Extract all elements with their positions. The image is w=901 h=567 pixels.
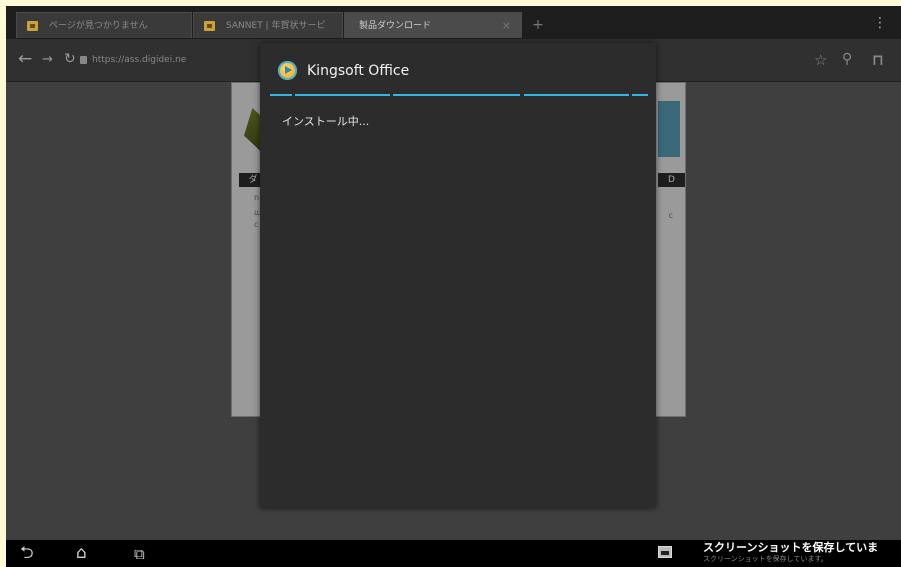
page-text-fragment: n bbox=[254, 193, 260, 202]
tab-label: SANNET | 年賀状サービ bbox=[226, 21, 326, 31]
tab-page-not-found[interactable]: ページが見つかりません bbox=[16, 12, 192, 38]
tablet-screen: ページが見つかりません SANNET | 年賀状サービ 製品ダウンロード × +… bbox=[6, 6, 901, 567]
install-status-text: インストール中... bbox=[282, 115, 370, 128]
progress-segment bbox=[295, 94, 390, 96]
kingsoft-office-app-icon bbox=[278, 61, 297, 80]
tab-product-download[interactable]: 製品ダウンロード × bbox=[344, 12, 522, 38]
progress-segment bbox=[524, 94, 629, 96]
notification-subtitle: スクリーンショットを保存しています。 bbox=[703, 555, 828, 563]
tab-label: ページが見つかりません bbox=[49, 21, 148, 31]
tab-label: 製品ダウンロード bbox=[359, 21, 432, 31]
notification-title[interactable]: スクリーンショットを保存していま bbox=[703, 541, 878, 555]
android-home-icon[interactable]: ⌂ bbox=[76, 542, 87, 564]
star-icon[interactable]: ☆ bbox=[814, 51, 827, 69]
android-recent-apps-icon[interactable]: ⧉ bbox=[134, 543, 145, 565]
overflow-menu-icon[interactable]: ⋮ bbox=[873, 16, 887, 30]
bookmark-icon[interactable]: ⊓ bbox=[872, 51, 884, 69]
progress-segment bbox=[393, 94, 520, 96]
tab-sannet[interactable]: SANNET | 年賀状サービ bbox=[193, 12, 343, 38]
close-tab-icon[interactable]: × bbox=[502, 13, 511, 38]
favicon-icon bbox=[204, 21, 215, 31]
page-blue-block bbox=[658, 101, 680, 157]
progress-segment bbox=[632, 94, 648, 96]
page-text-fragment: c bbox=[668, 211, 673, 220]
progress-segment bbox=[270, 94, 292, 96]
dialog-header: Kingsoft Office bbox=[260, 43, 656, 91]
dialog-title: Kingsoft Office bbox=[307, 63, 410, 79]
android-back-icon[interactable]: ⮌ bbox=[20, 542, 34, 564]
screenshot-notification-icon[interactable] bbox=[658, 546, 672, 558]
reload-icon[interactable]: ↻ bbox=[64, 51, 76, 67]
page-banner-right: D bbox=[658, 173, 685, 187]
forward-arrow-icon[interactable]: → bbox=[42, 52, 53, 67]
lock-icon bbox=[80, 56, 87, 64]
browser-tab-bar: ページが見つかりません SANNET | 年賀状サービ 製品ダウンロード × +… bbox=[6, 6, 901, 39]
system-navigation-bar: ⮌ ⌂ ⧉ スクリーンショットを保存していま スクリーンショットを保存しています… bbox=[6, 540, 901, 567]
new-tab-button[interactable]: + bbox=[524, 12, 552, 38]
url-input[interactable]: https://ass.digidei.ne bbox=[80, 52, 270, 69]
back-arrow-icon[interactable]: ← bbox=[18, 49, 32, 69]
page-text-fragment: c bbox=[254, 220, 259, 229]
indeterminate-progress-bar bbox=[270, 94, 648, 96]
install-dialog: Kingsoft Office インストール中... bbox=[260, 43, 656, 508]
search-icon[interactable]: ⚲ bbox=[842, 51, 852, 67]
url-text: https://ass.digidei.ne bbox=[92, 55, 187, 65]
favicon-icon bbox=[27, 21, 38, 31]
